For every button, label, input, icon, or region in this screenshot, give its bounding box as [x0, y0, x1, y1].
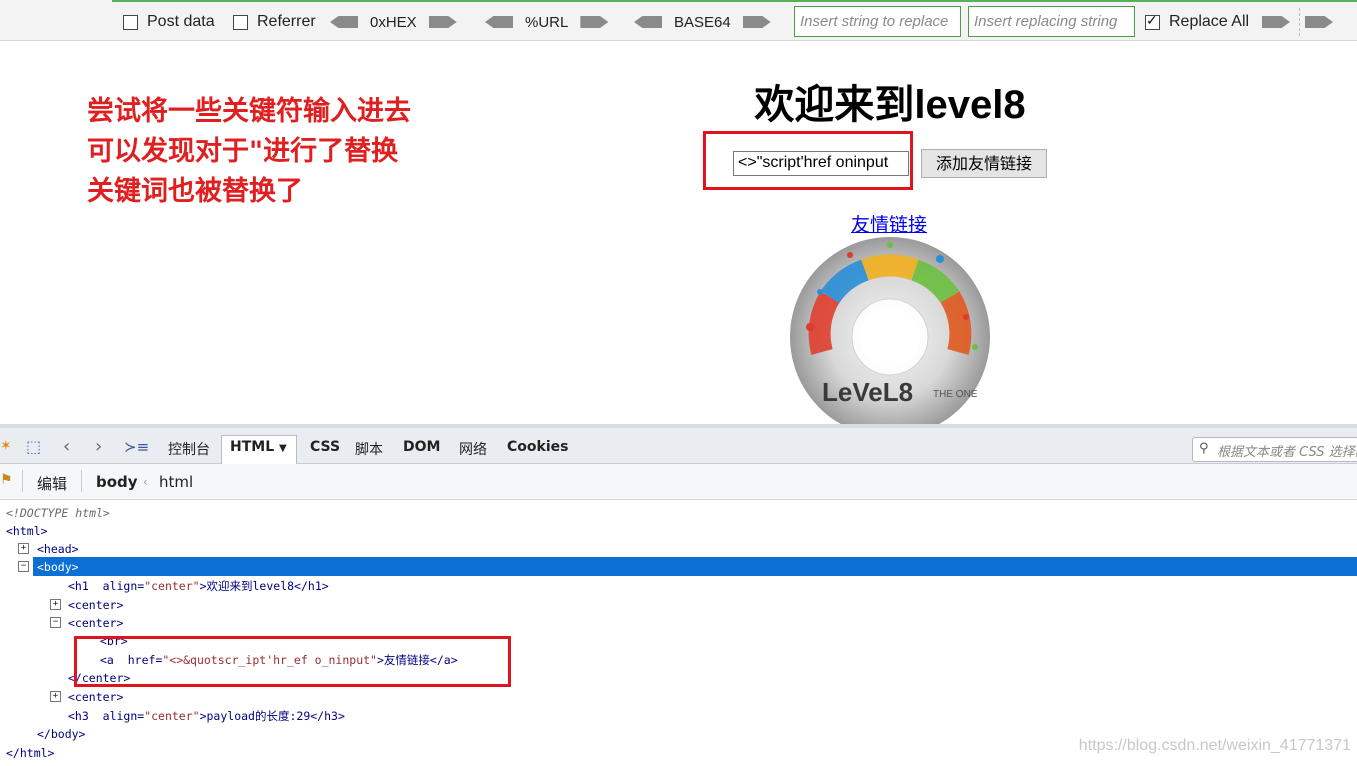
- base64-decode-arrow-icon[interactable]: [634, 16, 662, 28]
- tab-html[interactable]: HTML ▼: [230, 439, 287, 455]
- keyword-input[interactable]: <>"script'href oninput: [733, 151, 909, 176]
- annotation-line: 可以发现对于"进行了替换: [87, 136, 399, 167]
- extra-arrow-icon[interactable]: [1305, 16, 1333, 28]
- add-link-button[interactable]: 添加友情链接: [921, 149, 1047, 178]
- h1-tag: <h1: [68, 579, 89, 593]
- post-data-label: Post data: [147, 13, 215, 30]
- h3-text: >payload的长度:29: [199, 709, 311, 723]
- referrer-label: Referrer: [257, 13, 316, 30]
- hex-label: 0xHEX: [370, 13, 417, 31]
- url-label: %URL: [525, 13, 569, 31]
- expand-icon[interactable]: +: [50, 599, 61, 610]
- hackbar-toolbar: Post data Referrer 0xHEX %URL BASE64 Ins…: [0, 0, 1357, 41]
- replace-all-checkbox[interactable]: Replace All: [1145, 12, 1250, 31]
- hex-decode-arrow-icon[interactable]: [330, 16, 358, 28]
- tab-cookies[interactable]: Cookies: [507, 439, 568, 455]
- crumb-html[interactable]: html: [159, 473, 193, 491]
- devtools-search-placeholder: 根据文本或者 CSS 选择器: [1217, 445, 1357, 460]
- h3-node[interactable]: <h3 align="center">payload的长度:29</h3>: [68, 707, 345, 725]
- level8-disc-image: LeVeL8 THE ONE: [790, 237, 990, 425]
- disc-small-label: THE ONE: [933, 389, 978, 400]
- center-node-1[interactable]: <center>: [68, 596, 123, 614]
- expand-icon[interactable]: +: [50, 691, 61, 702]
- search-string-input[interactable]: Insert string to replace: [794, 6, 961, 37]
- html-open-node[interactable]: <html>: [6, 522, 48, 540]
- edit-button[interactable]: 编辑: [37, 473, 67, 494]
- extra-go: [1305, 12, 1333, 32]
- expand-icon[interactable]: +: [18, 543, 29, 554]
- replace-go: [1262, 12, 1290, 32]
- annotation-line: 关键词也被替换了: [87, 176, 303, 207]
- base64-encoder: BASE64: [634, 12, 771, 32]
- tab-html-label: HTML: [230, 439, 275, 455]
- base64-encode-arrow-icon[interactable]: [742, 16, 771, 28]
- tab-dom[interactable]: DOM: [403, 439, 440, 455]
- breadcrumb-divider: [81, 470, 82, 492]
- tab-console[interactable]: 控制台: [168, 439, 210, 459]
- replace-string-input[interactable]: Insert replacing string: [968, 6, 1135, 37]
- center-node-3[interactable]: <center>: [68, 688, 123, 706]
- firebug-icon[interactable]: ✶: [0, 438, 12, 454]
- tab-script[interactable]: 脚本: [355, 439, 383, 459]
- replace-all-label: Replace All: [1169, 13, 1250, 30]
- h3-attr: align=: [102, 709, 145, 723]
- checkbox-box[interactable]: [123, 14, 138, 30]
- base64-label: BASE64: [674, 13, 731, 31]
- center-node-2[interactable]: <center>: [68, 614, 123, 632]
- head-node[interactable]: <head>: [37, 540, 79, 558]
- page-title: 欢迎来到level8: [754, 83, 1026, 127]
- devtools-breadcrumb: ⚑ 编辑 body ‹ html: [0, 464, 1357, 500]
- annotation-line: 尝试将一些关键符输入进去: [87, 96, 411, 127]
- doctype-line: <!DOCTYPE html>: [6, 506, 110, 520]
- toolbar-divider: [1299, 8, 1300, 36]
- url-decode-arrow-icon[interactable]: [485, 16, 513, 28]
- h1-node[interactable]: <h1 align="center">欢迎来到level8</h1>: [68, 577, 329, 595]
- h3-close: </h3>: [310, 709, 345, 723]
- breadcrumb-divider: [22, 470, 23, 492]
- tab-network[interactable]: 网络: [459, 439, 487, 459]
- chevron-left-icon: ‹: [143, 475, 148, 489]
- h1-close: </h1>: [294, 579, 329, 593]
- body-node[interactable]: <body>: [37, 558, 79, 576]
- hex-encode-arrow-icon[interactable]: [428, 16, 457, 28]
- body-close-node[interactable]: </body>: [37, 725, 85, 743]
- friend-link[interactable]: 友情链接: [851, 210, 927, 237]
- pin-icon[interactable]: ⚑: [0, 472, 13, 488]
- back-icon[interactable]: ‹: [63, 436, 70, 457]
- referrer-checkbox[interactable]: Referrer: [233, 13, 316, 31]
- forward-icon[interactable]: ›: [95, 436, 102, 457]
- h1-attr-value: "center": [144, 579, 200, 593]
- devtools-search-input[interactable]: ⚲ 根据文本或者 CSS 选择器: [1192, 437, 1357, 462]
- html-tree: <!DOCTYPE html> <html> + <head> − <body>…: [0, 500, 1357, 766]
- url-encode-arrow-icon[interactable]: [580, 16, 609, 28]
- h3-attr-value: "center": [144, 709, 200, 723]
- search-icon: ⚲: [1199, 441, 1209, 456]
- post-data-checkbox[interactable]: Post data: [123, 13, 215, 31]
- h1-text: >欢迎来到level8: [199, 579, 295, 593]
- disc-label: LeVeL8: [822, 377, 913, 407]
- crumb-body[interactable]: body: [96, 473, 138, 491]
- collapse-icon[interactable]: −: [50, 617, 61, 628]
- red-annotation: 尝试将一些关键符输入进去 可以发现对于"进行了替换 关键词也被替换了: [87, 92, 411, 212]
- code-highlight-box: [74, 636, 511, 687]
- tab-css[interactable]: CSS: [310, 439, 340, 455]
- replace-arrow-icon[interactable]: [1262, 16, 1290, 28]
- console-toggle-icon[interactable]: ≻≡: [124, 438, 149, 456]
- checkbox-checked[interactable]: [1145, 12, 1160, 30]
- h3-tag: <h3: [68, 709, 89, 723]
- url-encoder: %URL: [485, 12, 609, 32]
- watermark: https://blog.csdn.net/weixin_41771371: [1078, 737, 1351, 754]
- disc-graphic: LeVeL8 THE ONE: [790, 237, 990, 425]
- inspect-icon[interactable]: ⬚: [26, 437, 41, 456]
- html-close-node[interactable]: </html>: [6, 744, 54, 762]
- chevron-down-icon[interactable]: ▼: [279, 443, 287, 454]
- devtools-tabbar: ✶ ⬚ ‹ › ≻≡ 控制台 HTML ▼ CSS 脚本 DOM 网络 Cook…: [0, 424, 1357, 464]
- h1-attr: align=: [102, 579, 145, 593]
- collapse-icon[interactable]: −: [18, 561, 29, 572]
- hex-encoder: 0xHEX: [330, 12, 457, 32]
- checkbox-box[interactable]: [233, 14, 248, 30]
- toolbar-accent-line: [112, 0, 1357, 2]
